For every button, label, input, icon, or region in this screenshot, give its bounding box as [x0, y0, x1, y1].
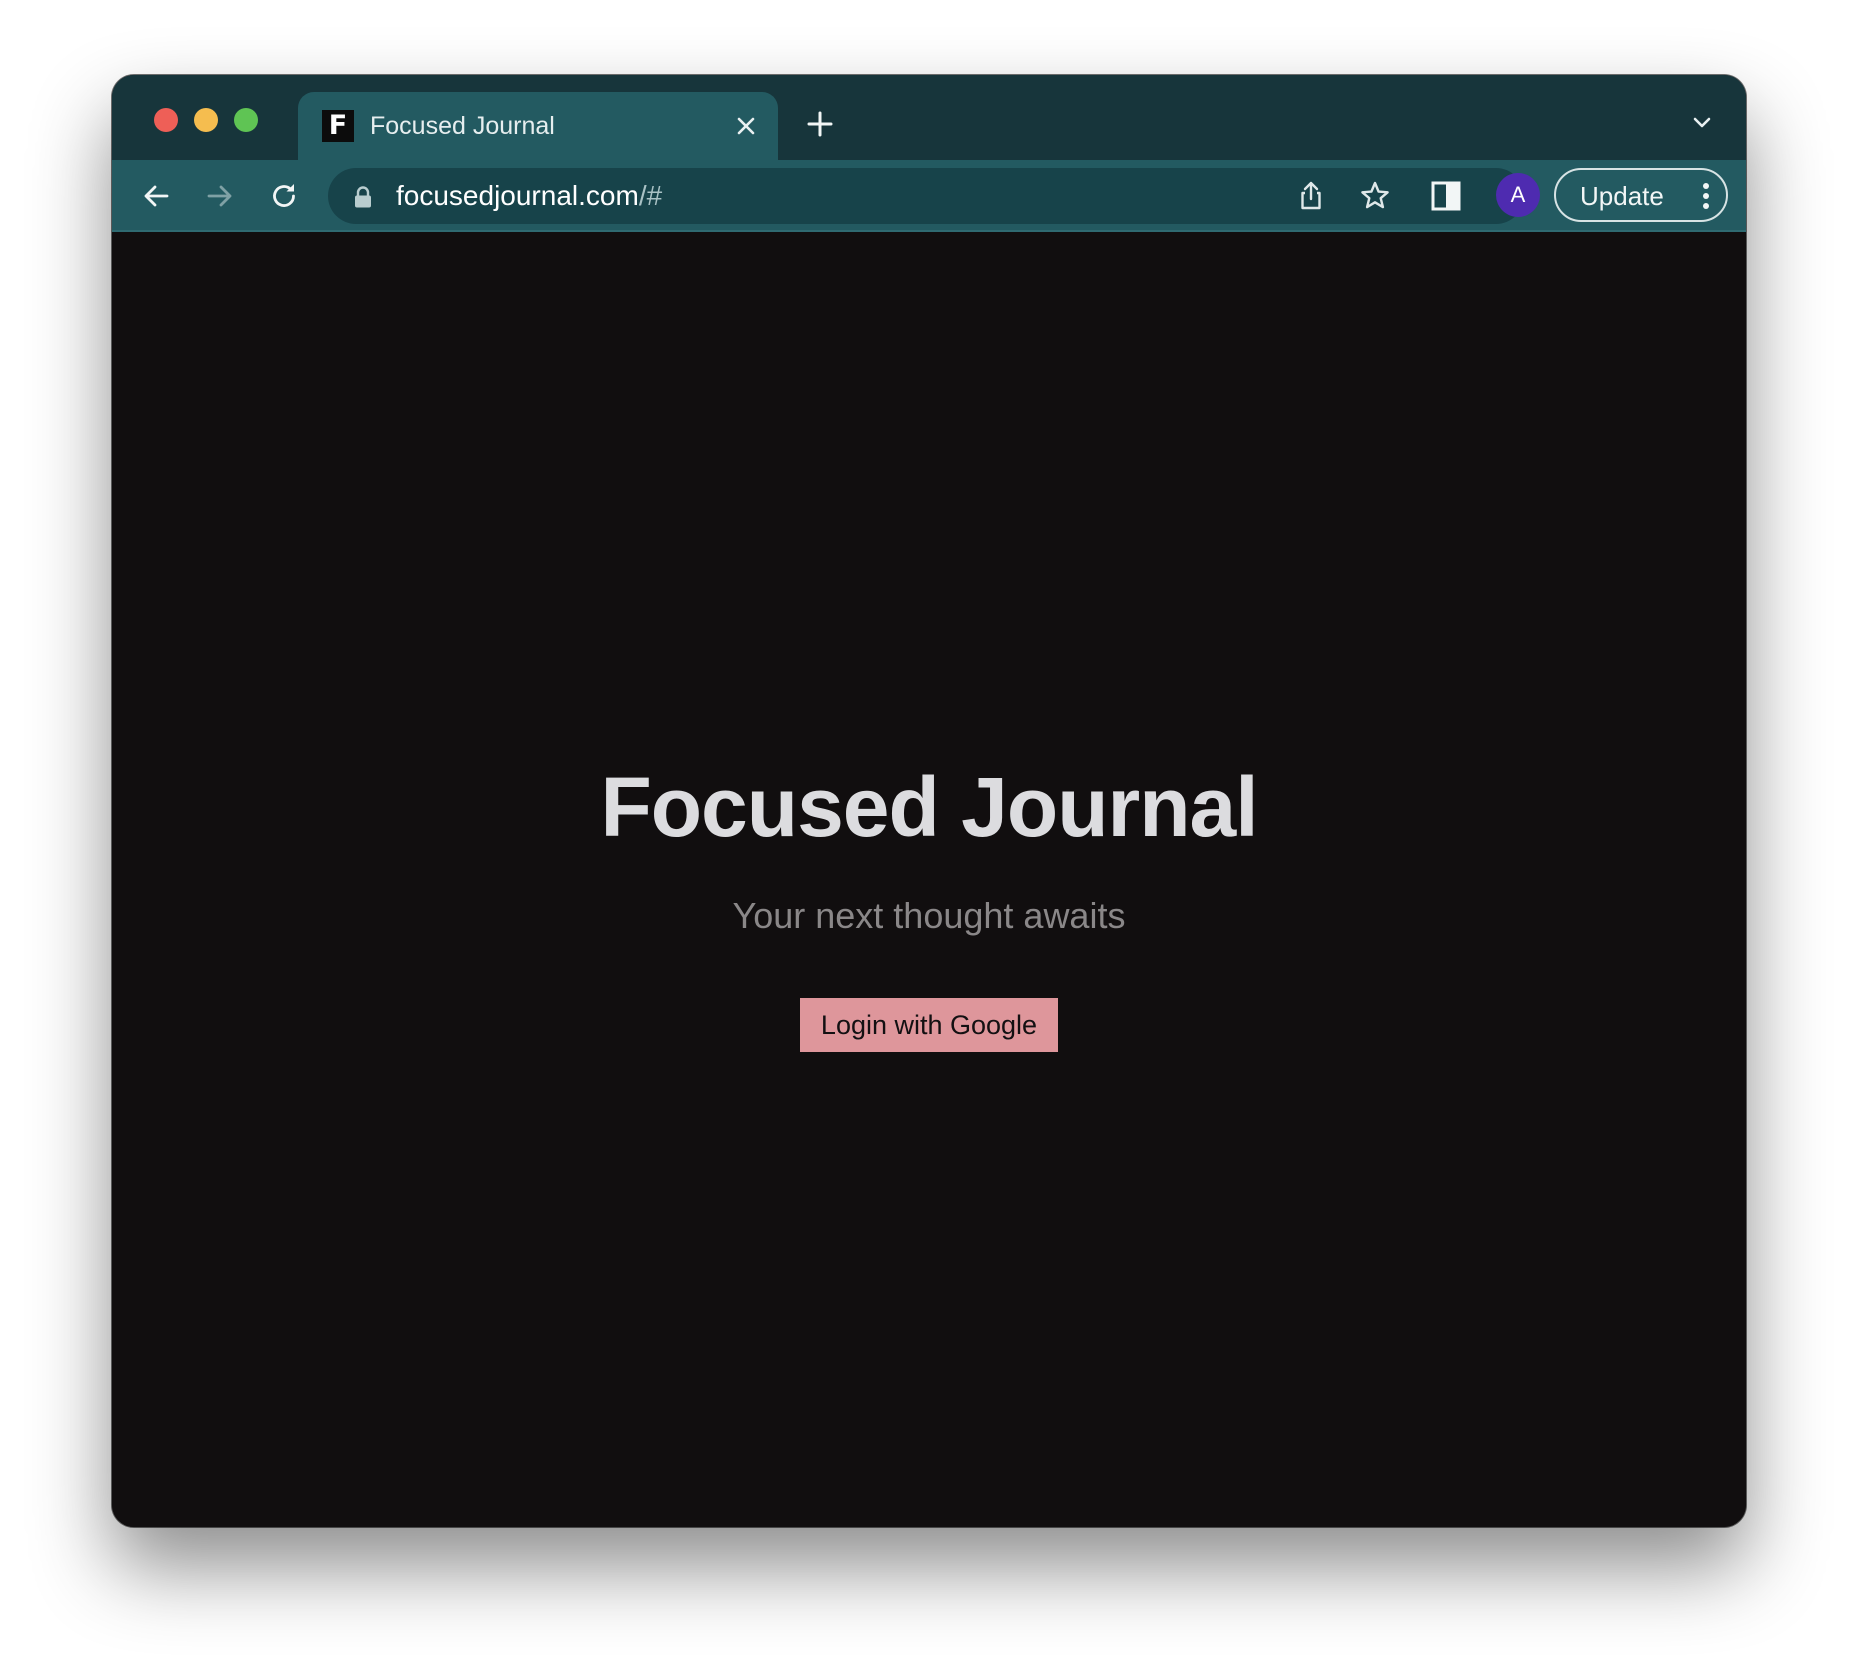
page-content: Focused Journal Your next thought awaits…	[112, 232, 1746, 1527]
star-icon[interactable]	[1358, 179, 1392, 213]
arrow-left-icon[interactable]	[139, 179, 173, 213]
page-title: Focused Journal	[600, 760, 1258, 854]
tab-title: Focused Journal	[370, 112, 555, 140]
url-text: focusedjournal.com/#	[396, 178, 662, 214]
plus-icon[interactable]	[804, 108, 836, 140]
maximize-window-button[interactable]	[234, 108, 258, 132]
minimize-window-button[interactable]	[194, 108, 218, 132]
login-with-google-button[interactable]: Login with Google	[800, 998, 1058, 1052]
kebab-menu-icon[interactable]	[1702, 182, 1710, 210]
tab-focused-journal[interactable]: F Focused Journal	[298, 92, 778, 160]
share-icon[interactable]	[1294, 179, 1328, 213]
browser-toolbar: focusedjournal.com/# A Update	[112, 160, 1746, 232]
avatar[interactable]: A	[1496, 173, 1540, 217]
url-path: /#	[638, 180, 663, 211]
chevron-down-icon[interactable]	[1688, 108, 1716, 136]
address-bar[interactable]: focusedjournal.com/#	[328, 168, 1524, 224]
page-subtitle: Your next thought awaits	[732, 895, 1126, 936]
url-host: focusedjournal.com	[396, 180, 639, 211]
close-icon[interactable]	[730, 110, 762, 142]
arrow-right-icon[interactable]	[203, 179, 237, 213]
tab-strip: F Focused Journal	[112, 75, 1746, 160]
update-button-label: Update	[1580, 181, 1664, 211]
update-button[interactable]: Update	[1554, 168, 1728, 222]
browser-window: F Focused Journal focusedjournal.com/# A…	[112, 75, 1746, 1527]
lock-icon[interactable]	[352, 185, 374, 209]
side-panel-icon[interactable]	[1429, 179, 1463, 213]
reload-icon[interactable]	[267, 179, 301, 213]
favicon-icon: F	[322, 110, 354, 142]
close-window-button[interactable]	[154, 108, 178, 132]
